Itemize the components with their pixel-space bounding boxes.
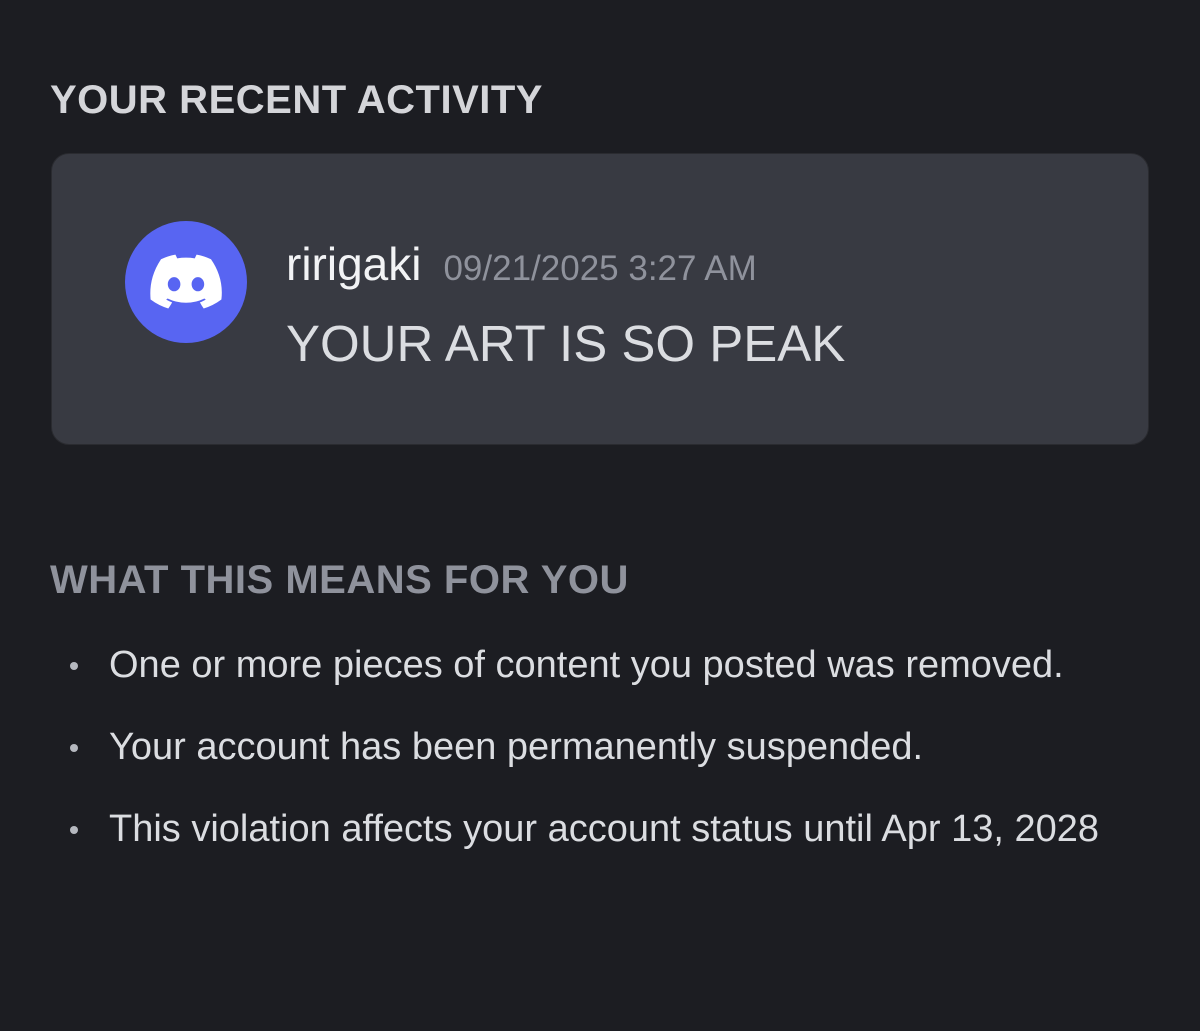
discord-logo-icon [150,254,222,310]
avatar [125,221,247,343]
recent-activity-heading: YOUR RECENT ACTIVITY [50,78,543,122]
bullet-icon [70,826,78,834]
consequence-list: One or more pieces of content you posted… [66,636,1176,882]
message-timestamp: 09/21/2025 3:27 AM [443,249,757,288]
list-item: One or more pieces of content you posted… [66,636,1176,694]
message-header: ririgaki 09/21/2025 3:27 AM [286,236,757,304]
list-item-text: Your account has been permanently suspen… [109,726,924,768]
bullet-icon [70,662,78,670]
list-item-text: One or more pieces of content you posted… [109,644,1064,686]
message-text: YOUR ART IS SO PEAK [286,315,846,372]
bullet-icon [70,744,78,752]
list-item-text: This violation affects your account stat… [109,808,1099,850]
list-item: This violation affects your account stat… [66,800,1176,858]
what-this-means-heading: WHAT THIS MEANS FOR YOU [50,558,629,602]
list-item: Your account has been permanently suspen… [66,718,1176,776]
message-username: ririgaki [286,238,422,290]
violation-details-page: YOUR RECENT ACTIVITY ririgaki 09/21/2025 … [0,0,1200,1031]
message-card: ririgaki 09/21/2025 3:27 AM YOUR ART IS S… [51,153,1149,445]
